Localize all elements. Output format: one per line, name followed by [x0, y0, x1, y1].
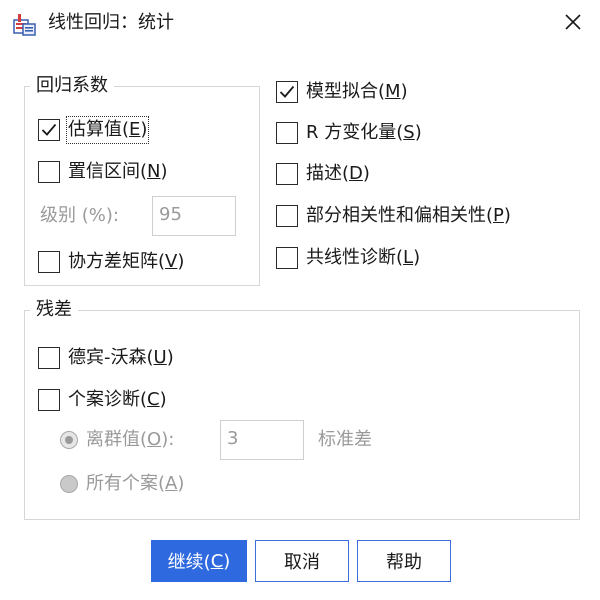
covariance-matrix-label: 协方差矩阵(V) — [68, 251, 185, 272]
casewise-diagnostics-checkbox[interactable] — [38, 389, 60, 411]
close-button[interactable] — [556, 8, 590, 40]
part-partial-correlations-checkbox[interactable] — [276, 205, 298, 227]
estimates-label: 估算值(E) — [65, 116, 150, 144]
all-cases-radio-row[interactable]: 所有个案(A) — [60, 470, 184, 498]
descriptives-checkbox[interactable] — [276, 163, 298, 185]
checkmark-icon — [279, 85, 295, 98]
model-fit-checkbox[interactable] — [276, 81, 298, 103]
durbin-watson-label: 德宾-沃森(U) — [68, 347, 174, 368]
confidence-intervals-label: 置信区间(N) — [68, 161, 168, 182]
help-button[interactable]: 帮助 — [357, 540, 451, 582]
all-cases-label: 所有个案(A) — [86, 473, 185, 494]
linear-regression-statistics-dialog: 线性回归：统计 回归系数 估算值(E) 置信区间(N) 级别 (%): 95 协… — [0, 0, 600, 600]
durbin-watson-checkbox-row[interactable]: 德宾-沃森(U) — [38, 344, 174, 372]
estimates-checkbox-row[interactable]: 估算值(E) — [38, 116, 150, 144]
outliers-std-dev-input[interactable]: 3 — [220, 420, 304, 460]
casewise-diagnostics-checkbox-row[interactable]: 个案诊断(C) — [38, 386, 167, 414]
descriptives-checkbox-row[interactable]: 描述(D) — [276, 160, 370, 188]
collinearity-diagnostics-checkbox-row[interactable]: 共线性诊断(L) — [276, 244, 420, 272]
r-squared-change-label: R 方变化量(S) — [306, 122, 422, 143]
cancel-button[interactable]: 取消 — [255, 540, 349, 582]
covariance-matrix-checkbox-row[interactable]: 协方差矩阵(V) — [38, 248, 184, 276]
model-fit-checkbox-row[interactable]: 模型拟合(M) — [276, 78, 408, 106]
outliers-radio[interactable] — [60, 431, 78, 449]
part-partial-correlations-checkbox-row[interactable]: 部分相关性和偏相关性(P) — [276, 202, 511, 230]
estimates-checkbox[interactable] — [38, 119, 60, 141]
regression-coefficients-legend: 回归系数 — [30, 75, 114, 97]
casewise-diagnostics-label: 个案诊断(C) — [68, 389, 167, 410]
collinearity-diagnostics-label: 共线性诊断(L) — [306, 247, 421, 268]
continue-button[interactable]: 继续(C) — [151, 540, 247, 582]
collinearity-diagnostics-checkbox[interactable] — [276, 247, 298, 269]
confidence-intervals-checkbox-row[interactable]: 置信区间(N) — [38, 158, 168, 186]
covariance-matrix-checkbox[interactable] — [38, 251, 60, 273]
app-icon — [13, 12, 37, 36]
close-icon — [564, 13, 582, 35]
residuals-legend: 残差 — [30, 299, 78, 321]
durbin-watson-checkbox[interactable] — [38, 347, 60, 369]
model-fit-label: 模型拟合(M) — [306, 81, 408, 102]
part-partial-correlations-label: 部分相关性和偏相关性(P) — [306, 205, 511, 226]
confidence-level-input[interactable]: 95 — [152, 196, 236, 236]
outliers-label: 离群值(O): — [86, 429, 175, 450]
r-squared-change-checkbox-row[interactable]: R 方变化量(S) — [276, 119, 422, 147]
level-label: 级别 (%): — [40, 205, 119, 226]
all-cases-radio[interactable] — [60, 475, 78, 493]
checkmark-icon — [41, 123, 57, 136]
outliers-radio-row[interactable]: 离群值(O): — [60, 426, 174, 454]
r-squared-change-checkbox[interactable] — [276, 122, 298, 144]
std-dev-unit-label: 标准差 — [318, 429, 372, 450]
window-title: 线性回归：统计 — [48, 12, 174, 33]
confidence-intervals-checkbox[interactable] — [38, 161, 60, 183]
title-bar: 线性回归：统计 — [0, 0, 600, 48]
descriptives-label: 描述(D) — [306, 163, 370, 184]
